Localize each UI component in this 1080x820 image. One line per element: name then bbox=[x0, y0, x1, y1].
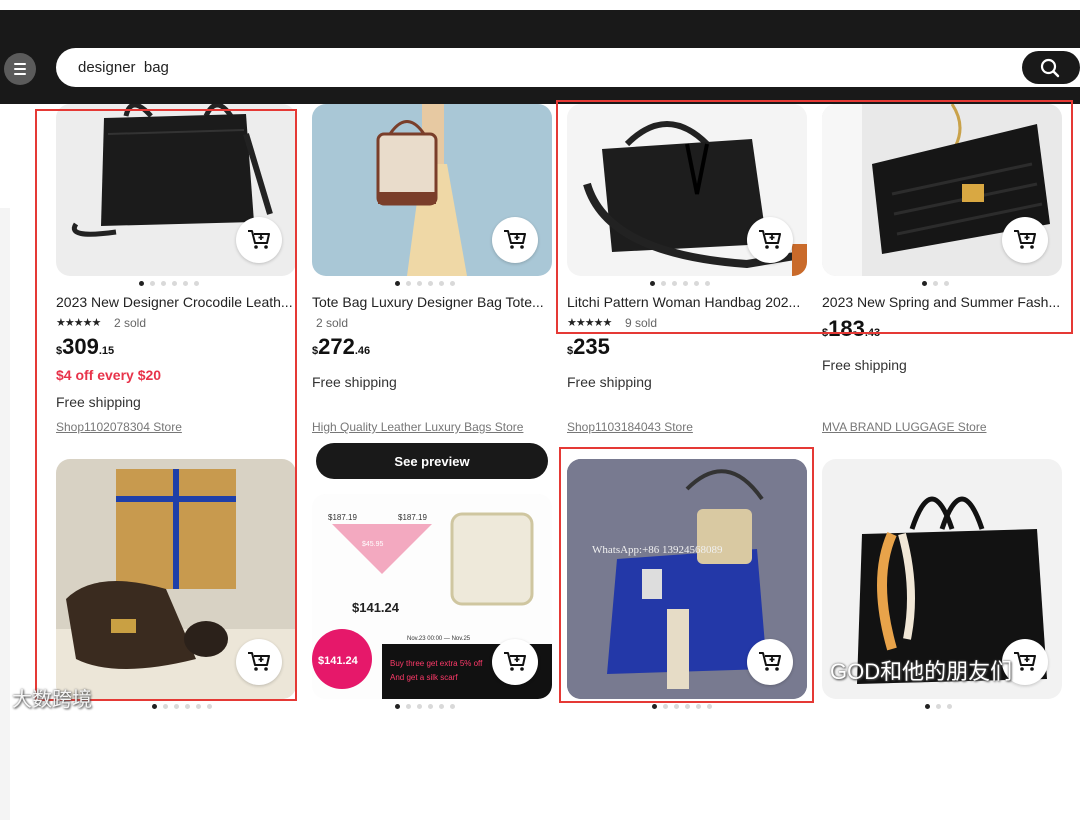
hamburger-icon[interactable] bbox=[4, 53, 36, 85]
watermark-right: GOD和他的朋友们 bbox=[830, 659, 1013, 684]
image-dots bbox=[395, 281, 455, 286]
product-price: $235 bbox=[567, 334, 610, 359]
store-link[interactable]: High Quality Leather Luxury Bags Store bbox=[312, 420, 523, 434]
add-to-cart-icon bbox=[1014, 652, 1036, 671]
ad-dates: Nov.23 00:00 — Nov.25 bbox=[407, 636, 471, 642]
add-to-cart-icon bbox=[504, 230, 526, 249]
product-card[interactable]: Tote Bag Luxury Designer Bag Tote... 2 s… bbox=[312, 104, 552, 488]
ad-old-price-right: $187.19 bbox=[398, 513, 427, 522]
store-link[interactable]: MVA BRAND LUGGAGE Store bbox=[822, 420, 987, 434]
add-to-cart-button[interactable] bbox=[492, 639, 538, 685]
store-link[interactable]: Shop1103184043 Store bbox=[567, 420, 693, 434]
search-input[interactable]: designer bag bbox=[78, 59, 169, 76]
shipping-text: Free shipping bbox=[822, 357, 907, 373]
left-edge bbox=[0, 208, 10, 820]
watermark-left: 大数跨境 bbox=[12, 689, 92, 711]
image-dots bbox=[925, 704, 952, 709]
add-to-cart-icon bbox=[504, 652, 526, 671]
app-header: designer bag bbox=[0, 10, 1080, 104]
shipping-text: Free shipping bbox=[567, 374, 652, 390]
image-dots bbox=[152, 704, 212, 709]
ad-final-price: $141.24 bbox=[352, 600, 400, 615]
image-dots bbox=[652, 704, 712, 709]
highlight-box bbox=[35, 109, 297, 701]
add-to-cart-button[interactable] bbox=[492, 217, 538, 263]
ad-gift: And get a silk scarf bbox=[390, 673, 458, 682]
see-preview-button[interactable]: See preview bbox=[316, 443, 548, 479]
shipping-text: Free shipping bbox=[312, 374, 397, 390]
ad-old-price-left: $187.19 bbox=[328, 513, 357, 522]
top-strip bbox=[0, 0, 1080, 10]
product-title[interactable]: Tote Bag Luxury Designer Bag Tote... bbox=[312, 294, 552, 310]
sold-count: 2 sold bbox=[316, 316, 349, 330]
ad-offer: Buy three get extra 5% off bbox=[390, 659, 483, 668]
search-icon bbox=[1040, 58, 1060, 78]
search-bar[interactable]: designer bag bbox=[56, 48, 1080, 87]
search-button[interactable] bbox=[1022, 51, 1080, 84]
product-price: $272.46 bbox=[312, 334, 371, 359]
image-dots bbox=[395, 704, 455, 709]
highlight-box bbox=[556, 100, 1073, 334]
highlight-box bbox=[559, 447, 814, 703]
ad-circle-price: $141.24 bbox=[318, 655, 359, 667]
ad-discount: $45.95 bbox=[362, 541, 384, 548]
